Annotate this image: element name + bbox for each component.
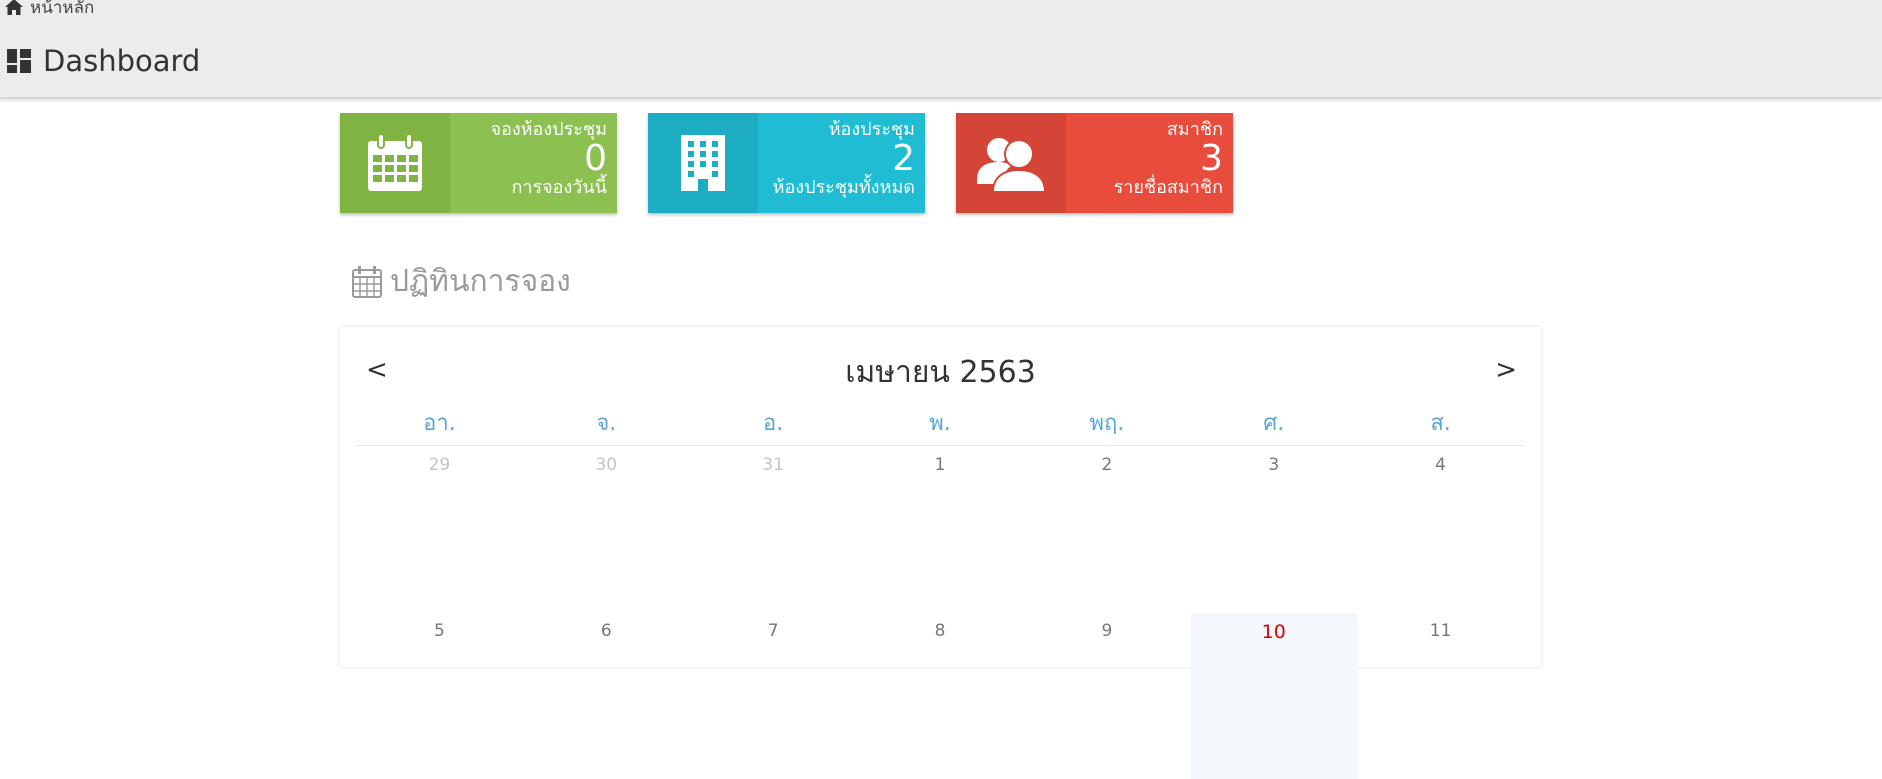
tile-sub-label: การจองวันนี้ xyxy=(511,177,607,198)
calendar-week-row: 29 30 31 1 2 3 4 xyxy=(356,447,1524,613)
tile-count: 0 xyxy=(584,138,607,179)
calendar-day[interactable]: 8 xyxy=(857,613,1024,779)
weekday-mon: จ. xyxy=(596,411,617,436)
breadcrumb-home-label: หน้าหลัก xyxy=(30,0,95,18)
calendar-day[interactable]: 9 xyxy=(1023,613,1190,779)
tile-sub-label: รายชื่อสมาชิก xyxy=(1113,177,1223,198)
tile-count: 3 xyxy=(1200,138,1223,179)
calendar-day[interactable]: 6 xyxy=(523,613,690,779)
weekday-wed: พ. xyxy=(929,411,951,436)
calendar-icon xyxy=(352,265,382,298)
weekday-sat: ส. xyxy=(1430,411,1451,436)
calendar-day[interactable]: 11 xyxy=(1357,613,1524,779)
calendar-day[interactable]: 5 xyxy=(356,613,523,779)
tile-body: สมาชิก 3 รายชื่อสมาชิก xyxy=(1066,113,1233,213)
tile-icon-box xyxy=(340,113,450,213)
calendar-month-label: เมษายน 2563 xyxy=(845,355,1036,390)
page-title-text: Dashboard xyxy=(43,44,201,78)
calendar-day[interactable]: 2 xyxy=(1023,447,1190,613)
weekday-header: อา. จ. อ. พ. พฤ. ศ. ส. xyxy=(356,407,1524,446)
tile-meeting-rooms[interactable]: ห้องประชุม 2 ห้องประชุมทั้งหมด xyxy=(648,113,925,213)
booking-calendar: < เมษายน 2563 > อา. จ. อ. พ. พฤ. ศ. ส. 2… xyxy=(340,327,1541,779)
page-title: Dashboard xyxy=(7,44,200,78)
calendar-day-today[interactable]: 10 xyxy=(1190,613,1358,779)
section-title-text: ปฏิทินการจอง xyxy=(390,264,571,299)
calendar-day[interactable]: 31 xyxy=(690,447,857,613)
tile-members[interactable]: สมาชิก 3 รายชื่อสมาชิก xyxy=(956,113,1233,213)
tile-icon-box xyxy=(648,113,758,213)
next-month-button[interactable]: > xyxy=(1487,351,1525,389)
section-title: ปฏิทินการจอง xyxy=(352,258,571,305)
home-icon xyxy=(5,0,23,15)
building-icon xyxy=(681,135,725,191)
top-bar: หน้าหลัก Dashboard xyxy=(0,0,1882,99)
calendar-week-row: 5 6 7 8 9 10 11 xyxy=(356,613,1524,779)
calendar-day[interactable]: 4 xyxy=(1357,447,1524,613)
calendar-icon xyxy=(368,133,422,191)
calendar-day[interactable]: 7 xyxy=(690,613,857,779)
calendar-day[interactable]: 3 xyxy=(1190,447,1357,613)
weekday-thu: พฤ. xyxy=(1089,411,1125,436)
tile-bookings-today[interactable]: จองห้องประชุม 0 การจองวันนี้ xyxy=(340,113,617,213)
weekday-tue: อ. xyxy=(763,411,784,436)
calendar-day[interactable]: 30 xyxy=(523,447,690,613)
calendar-day[interactable]: 1 xyxy=(857,447,1024,613)
weekday-sun: อา. xyxy=(423,411,456,436)
dashboard-icon xyxy=(7,49,31,73)
tile-body: จองห้องประชุม 0 การจองวันนี้ xyxy=(450,113,617,213)
tile-body: ห้องประชุม 2 ห้องประชุมทั้งหมด xyxy=(758,113,925,213)
tile-icon-box xyxy=(956,113,1066,213)
breadcrumb-home[interactable]: หน้าหลัก xyxy=(4,0,94,18)
calendar-day[interactable]: 29 xyxy=(356,447,523,613)
tile-sub-label: ห้องประชุมทั้งหมด xyxy=(772,177,915,198)
weekday-fri: ศ. xyxy=(1263,411,1285,436)
users-icon xyxy=(977,138,1047,193)
tile-count: 2 xyxy=(892,138,915,179)
